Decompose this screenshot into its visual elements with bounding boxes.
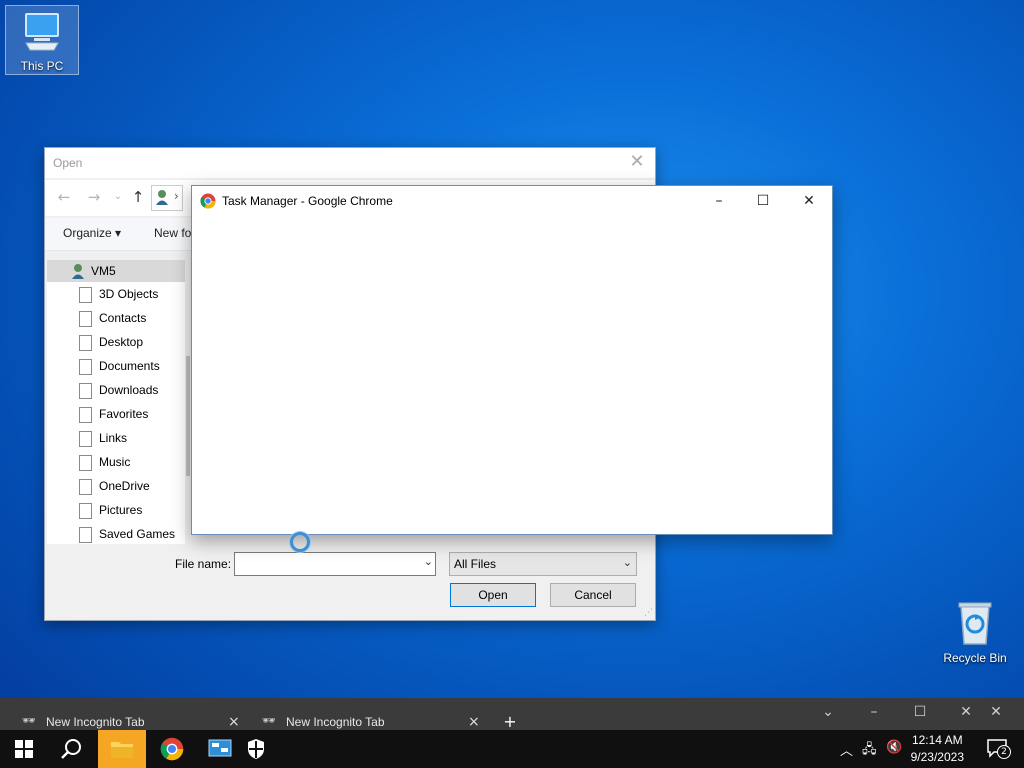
dialog-close-icon[interactable]: ✕: [627, 153, 647, 173]
back-arrow-icon[interactable]: ←: [55, 188, 73, 206]
dialog-title: Open: [53, 156, 83, 170]
tree-item-label: Links: [99, 431, 128, 445]
chevron-up-icon[interactable]: ︿: [840, 740, 853, 759]
tab-close-icon[interactable]: ×: [228, 714, 240, 730]
forward-arrow-icon[interactable]: →: [85, 188, 103, 206]
folder-icon: [111, 742, 133, 758]
browser-tab[interactable]: 🕶 New Incognito Tab ×: [240, 698, 485, 730]
control-panel-icon: [208, 739, 232, 757]
computer-icon: [25, 13, 59, 51]
incognito-icon: 🕶: [262, 714, 276, 727]
tree-item-label: OneDrive: [99, 479, 150, 493]
folder-document-icon: [79, 527, 92, 543]
file-explorer-taskbar-button[interactable]: [98, 730, 146, 768]
tree-item-label: Music: [99, 455, 131, 469]
volume-muted-icon[interactable]: 🔇: [886, 740, 902, 755]
new-folder-button[interactable]: New fo: [154, 226, 191, 240]
cancel-button[interactable]: Cancel: [550, 583, 636, 607]
folder-document-icon: [79, 455, 92, 471]
tree-item-label: Favorites: [99, 407, 149, 421]
address-bar[interactable]: ›: [151, 185, 183, 211]
maximize-icon[interactable]: ☐: [910, 704, 930, 720]
start-button[interactable]: [0, 730, 48, 768]
maximize-icon[interactable]: ☐: [748, 190, 778, 212]
file-type-value: All Files: [454, 557, 497, 571]
recycle-bin-desktop-icon[interactable]: Recycle Bin: [942, 600, 1008, 665]
folder-document-icon: [79, 311, 92, 327]
clock-date: 9/23/2023: [910, 750, 964, 764]
chrome-taskbar-button[interactable]: [148, 730, 196, 768]
tree-root-user[interactable]: VM5: [47, 260, 185, 282]
clock[interactable]: 12:14 AM 9/23/2023: [911, 732, 964, 766]
folder-document-icon: [79, 287, 92, 303]
this-pc-label: This PC: [20, 59, 64, 73]
chrome-icon: [160, 737, 184, 761]
folder-document-icon: [79, 503, 92, 519]
user-icon: [156, 190, 168, 205]
new-tab-icon[interactable]: +: [500, 712, 520, 731]
folder-document-icon: [79, 383, 92, 399]
busy-cursor-icon: [290, 532, 310, 552]
tree-root-label: VM5: [91, 264, 116, 278]
tree-item-label: 3D Objects: [99, 287, 159, 301]
clock-time: 12:14 AM: [911, 733, 963, 747]
file-type-select[interactable]: All Files ⌄: [449, 552, 637, 576]
recent-chevron-icon[interactable]: ⌄: [109, 188, 127, 206]
tree-item-label: Documents: [99, 359, 160, 373]
task-manager-window: Task Manager - Google Chrome – ☐ ✕: [191, 185, 833, 535]
scrollbar-thumb[interactable]: [186, 356, 190, 476]
browser-tab[interactable]: 🕶 New Incognito Tab ×: [0, 698, 245, 730]
recycle-bin-icon: [958, 602, 992, 645]
tab-search-icon[interactable]: ⌄: [818, 704, 838, 720]
chevron-down-icon: ⌄: [622, 556, 632, 569]
navigation-tree: VM5 3D Objects Contacts Desktop Document…: [47, 260, 185, 544]
shield-icon: [248, 739, 264, 759]
browser-tab-strip: 🕶 New Incognito Tab × 🕶 New Incognito Ta…: [0, 698, 1024, 731]
chevron-down-icon[interactable]: ⌄: [424, 555, 433, 568]
tree-item-label: Saved Games: [99, 527, 176, 541]
minimize-icon[interactable]: –: [864, 704, 884, 720]
open-button[interactable]: Open: [450, 583, 536, 607]
recycle-bin-label: Recycle Bin: [943, 651, 1007, 665]
tree-item-label: Contacts: [99, 311, 147, 325]
breadcrumb-chevron-icon: ›: [174, 189, 179, 203]
close-icon[interactable]: ✕: [986, 704, 1006, 720]
tree-item-label: Pictures: [99, 503, 143, 517]
incognito-icon: 🕶: [22, 714, 36, 727]
search-icon: [61, 739, 81, 759]
window-title: Task Manager - Google Chrome: [222, 194, 393, 208]
dialog-titlebar: Open ✕: [45, 148, 655, 178]
close-icon[interactable]: ✕: [956, 704, 976, 720]
notification-badge: 2: [997, 745, 1011, 759]
windows-icon: [15, 740, 33, 758]
resize-grip-icon[interactable]: ⋰: [644, 608, 653, 618]
tab-close-icon[interactable]: ×: [468, 714, 480, 730]
tree-item-label: Downloads: [99, 383, 159, 397]
folder-document-icon: [79, 359, 92, 375]
tab-label: New Incognito Tab: [286, 715, 385, 729]
chrome-icon: [200, 193, 216, 209]
file-name-label: File name:: [175, 557, 232, 571]
minimize-icon[interactable]: –: [704, 190, 734, 212]
tab-label: New Incognito Tab: [46, 715, 145, 729]
folder-document-icon: [79, 431, 92, 447]
folder-document-icon: [79, 407, 92, 423]
notification-center-button[interactable]: 2: [986, 738, 1011, 760]
organize-button[interactable]: Organize ▾: [63, 226, 121, 240]
user-icon: [72, 264, 84, 279]
security-taskbar-button[interactable]: [232, 730, 280, 768]
search-button[interactable]: [48, 730, 96, 768]
folder-document-icon: [79, 479, 92, 495]
up-arrow-icon[interactable]: ↑: [129, 188, 147, 206]
network-icon[interactable]: 🖧: [862, 740, 877, 762]
folder-document-icon: [79, 335, 92, 351]
tree-item-label: Desktop: [99, 335, 144, 349]
this-pc-desktop-icon[interactable]: This PC: [5, 5, 79, 75]
file-name-input[interactable]: ⌄: [234, 552, 436, 576]
taskbar: ︿ 🖧 🔇 12:14 AM 9/23/2023 2: [0, 730, 1024, 768]
close-icon[interactable]: ✕: [794, 190, 824, 212]
